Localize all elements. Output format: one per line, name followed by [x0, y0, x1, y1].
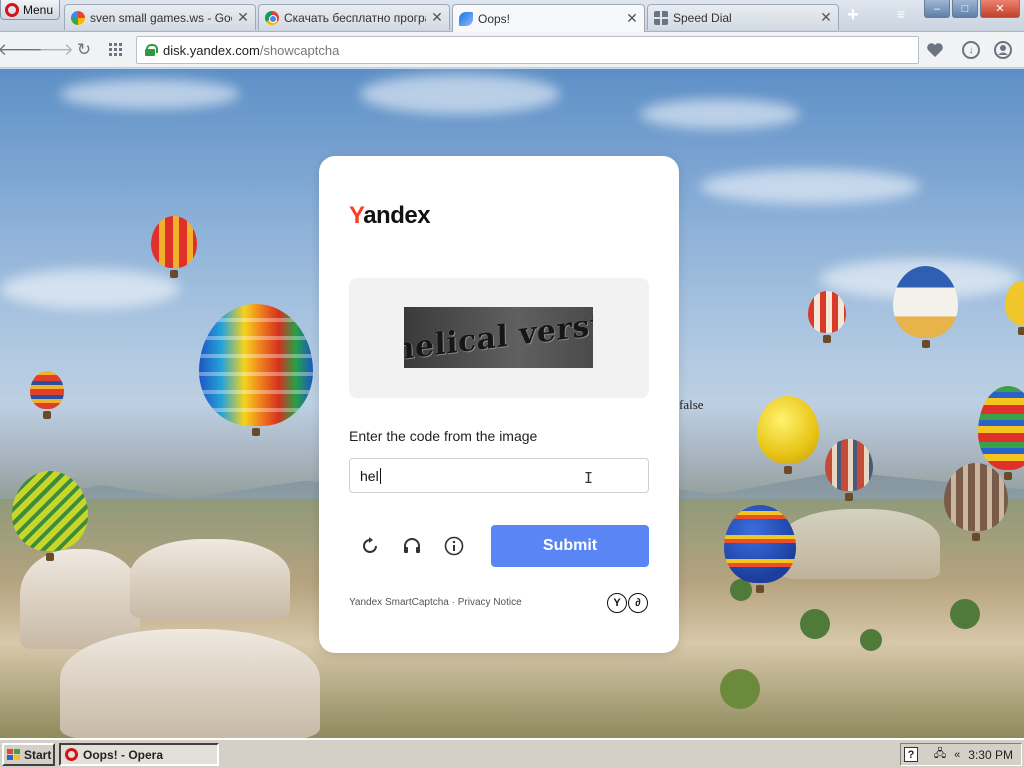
menu-label: Menu: [23, 2, 54, 17]
tab-title: Speed Dial: [673, 10, 732, 25]
url-text: disk.yandex.com/showcaptcha: [163, 43, 339, 58]
tab-title: Скачать бесплатно програм: [284, 10, 426, 25]
captcha-footer-links[interactable]: Yandex SmartCaptcha · Privacy Notice: [349, 597, 522, 608]
submit-button[interactable]: Submit: [491, 525, 649, 567]
taskbar-item-opera[interactable]: Oops! - Opera: [59, 743, 219, 766]
hot-air-balloon: [151, 216, 197, 278]
start-label: Start: [24, 747, 52, 762]
tab-title: Oops!: [478, 11, 511, 26]
hot-air-balloon: [978, 386, 1024, 480]
captcha-image: helical verst: [404, 307, 593, 368]
tab-download[interactable]: Скачать бесплатно програм ✕: [258, 4, 450, 30]
info-icon[interactable]: [442, 534, 466, 558]
hot-air-balloon: [757, 396, 819, 474]
cloud: [360, 74, 560, 114]
rock-formation: [780, 509, 940, 579]
tab-google[interactable]: sven small games.ws - Google ✕: [64, 4, 256, 30]
captcha-input-value: hel: [360, 467, 379, 484]
hot-air-balloon: [724, 505, 796, 593]
window-controls: – □ ✕: [924, 0, 1020, 18]
tree: [860, 629, 882, 651]
tree: [800, 609, 830, 639]
captcha-input[interactable]: hel: [349, 458, 649, 493]
opera-logo-icon: [5, 2, 19, 17]
tab-speed-dial[interactable]: Speed Dial ✕: [647, 4, 839, 30]
clock[interactable]: 3:30 PM: [968, 748, 1013, 762]
logo-first-letter: Y: [349, 202, 364, 229]
tree: [950, 599, 980, 629]
minimize-button[interactable]: –: [924, 0, 950, 18]
url-host: disk.yandex.com: [163, 42, 260, 58]
account-icon[interactable]: [993, 40, 1013, 60]
cloud: [700, 169, 920, 204]
url-path: /showcaptcha: [259, 42, 340, 58]
yandex-logo: Yandex: [349, 202, 431, 230]
lock-icon: [145, 44, 158, 56]
tab-oops[interactable]: Oops! ✕: [452, 4, 645, 32]
maximize-button[interactable]: □: [952, 0, 978, 18]
yandex-cloud-logos: Y ∂: [607, 593, 648, 613]
ibeam-cursor-icon: I: [584, 469, 594, 487]
yandex-disk-icon: [459, 11, 473, 26]
audio-headphones-icon[interactable]: [400, 534, 424, 558]
tab-strip: Menu sven small games.ws - Google ✕ Скач…: [0, 0, 1024, 32]
heart-icon[interactable]: [925, 40, 945, 60]
network-icon[interactable]: 🖧: [934, 745, 946, 764]
captcha-image-text: helical verst: [404, 307, 593, 368]
address-bar[interactable]: disk.yandex.com/showcaptcha: [136, 36, 919, 64]
logo-rest: andex: [363, 202, 431, 229]
captcha-image-container: helical verst: [349, 278, 649, 398]
windows-taskbar: Start Oops! - Opera ? 🖧 « 3:30 PM: [0, 738, 1024, 768]
speed-dial-icon: [654, 10, 668, 25]
close-tab-icon[interactable]: ✕: [626, 10, 638, 27]
tray-expand-icon[interactable]: «: [954, 749, 960, 761]
yandex-circle-logo-icon: Y: [607, 593, 627, 613]
cloud: [60, 79, 240, 109]
start-button[interactable]: Start: [2, 743, 55, 766]
close-tab-icon[interactable]: ✕: [820, 9, 832, 26]
close-tab-icon[interactable]: ✕: [237, 9, 249, 26]
opera-menu-button[interactable]: Menu: [0, 0, 60, 20]
taskbar-item-label: Oops! - Opera: [83, 747, 164, 762]
cloud: [0, 269, 180, 309]
hot-air-balloon: [199, 304, 313, 436]
windows-flag-icon: [7, 748, 21, 761]
rock-formation: [130, 539, 290, 619]
forward-arrow-icon[interactable]: 🡒: [28, 40, 74, 60]
stray-text: false: [679, 397, 704, 412]
tree: [730, 579, 752, 601]
refresh-icon[interactable]: [358, 534, 382, 558]
hot-air-balloon: [893, 266, 958, 348]
hot-air-balloon: [30, 371, 64, 419]
navigation-bar: 🡐 🡒 ↻ disk.yandex.com/showcaptcha ↓: [0, 32, 1024, 68]
captcha-card: Yandex helical verst Enter the code from…: [319, 156, 679, 653]
tab-title: sven small games.ws - Google: [90, 10, 232, 25]
hot-air-balloon: [808, 291, 846, 343]
close-window-button[interactable]: ✕: [980, 0, 1020, 18]
smartcaptcha-circle-logo-icon: ∂: [628, 593, 648, 613]
new-tab-button[interactable]: +: [842, 5, 864, 26]
google-icon: [71, 10, 85, 25]
reload-icon[interactable]: ↻: [74, 40, 94, 60]
cloud: [640, 99, 800, 129]
tree: [720, 669, 760, 709]
tab-menu-button[interactable]: ≡: [890, 6, 912, 26]
opera-icon: [65, 748, 78, 761]
hot-air-balloon: [825, 439, 873, 501]
captcha-prompt: Enter the code from the image: [349, 428, 538, 444]
hot-air-balloon: [944, 463, 1008, 541]
chrome-icon: [265, 10, 279, 25]
close-tab-icon[interactable]: ✕: [431, 9, 443, 26]
download-icon[interactable]: ↓: [961, 40, 981, 60]
rock-formation: [60, 629, 320, 738]
speed-dial-grid-icon[interactable]: [106, 40, 126, 60]
text-caret: [379, 467, 381, 484]
hot-air-balloon: [12, 471, 88, 561]
system-tray: 🖧 « 3:30 PM: [900, 743, 1022, 766]
back-arrow-icon[interactable]: 🡐: [0, 40, 43, 60]
